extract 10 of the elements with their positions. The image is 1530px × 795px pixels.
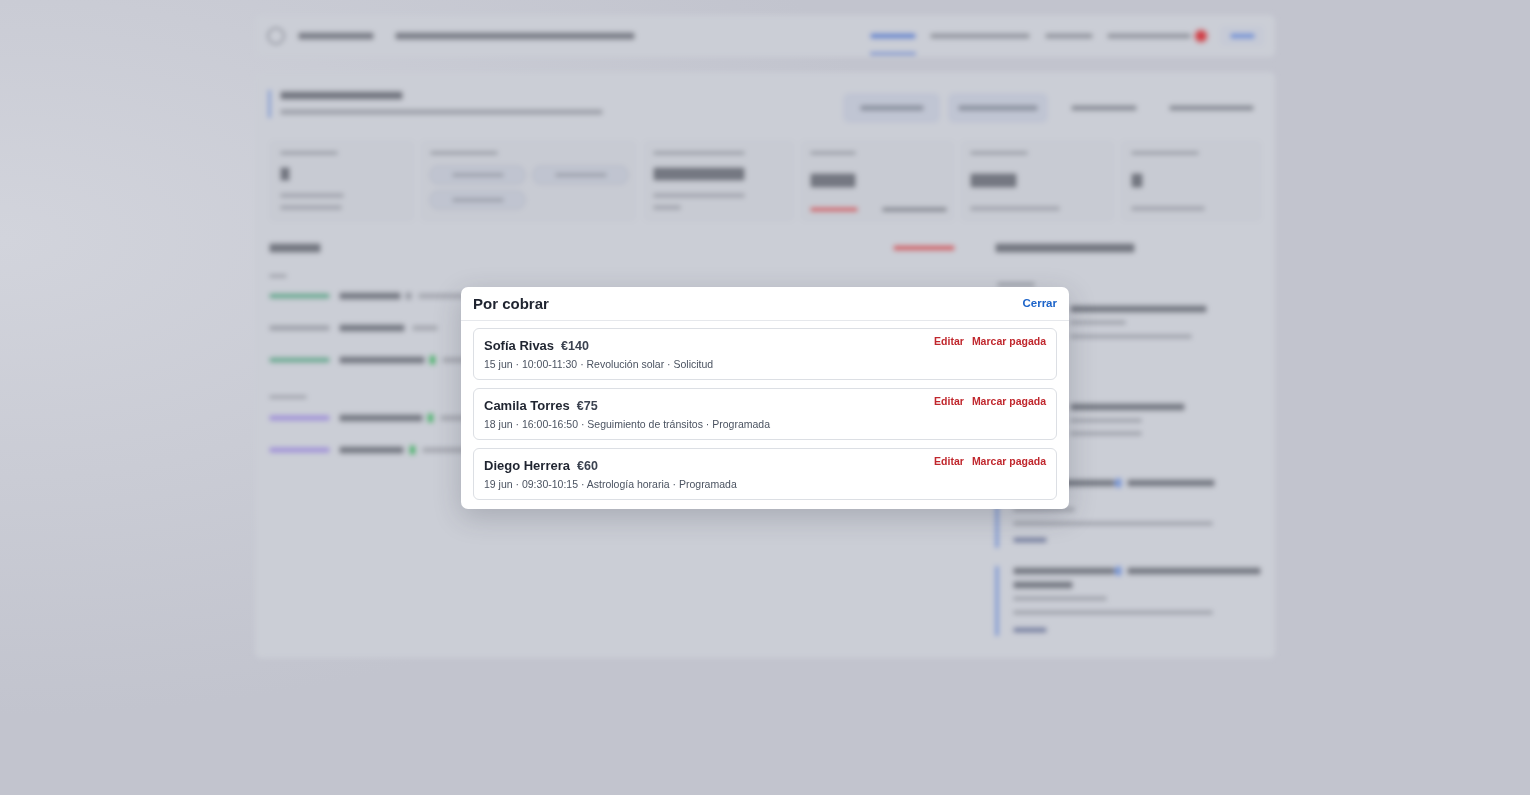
session-details: 15 jun · 10:00-11:30 · Revolución solar · Solicitud (484, 356, 715, 371)
client-name: Sofía Rivas (484, 338, 555, 353)
session-details: 19 jun · 09:30-10:15 · Astrología horaria · Programada (484, 476, 738, 491)
session-details: 18 jun · 16:00-16:50 · Seguimiento de tránsitos · Programada (484, 416, 771, 431)
amount-text: €60 (577, 459, 598, 473)
client-name: Diego Herrera (484, 458, 570, 473)
dialog-title: Por cobrar (473, 294, 549, 312)
amount-text: €140 (561, 339, 589, 353)
client-name: Camila Torres (484, 398, 570, 413)
amount-text: €75 (576, 399, 598, 413)
